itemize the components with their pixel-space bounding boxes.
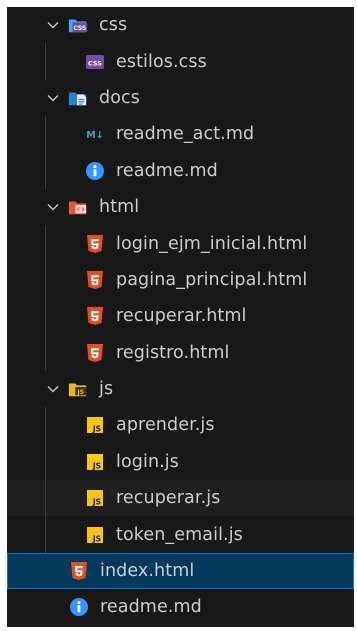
indent-guide <box>45 298 46 335</box>
css-folder-icon: CSS <box>68 15 88 35</box>
file-label: login_ejm_inicial.html <box>116 233 308 254</box>
file-label: recuperar.html <box>116 306 247 327</box>
info-icon <box>69 597 89 617</box>
file-label: aprender.js <box>116 415 215 436</box>
indent-guide <box>45 116 46 153</box>
indent-guide <box>45 334 46 371</box>
file-login-ejm-inicial-html[interactable]: login_ejm_inicial.html <box>7 225 354 262</box>
file-label: readme_act.md <box>116 124 255 145</box>
file-label: recuperar.js <box>116 488 221 509</box>
js-file-icon: JS <box>85 525 105 545</box>
js-folder-glyph: JS <box>77 390 84 396</box>
html5-icon <box>85 343 105 363</box>
markdown-icon: M↓ <box>85 124 105 144</box>
file-login-js[interactable]: JS login.js <box>7 443 354 481</box>
js-folder-icon: JS <box>68 379 88 399</box>
js-file-icon: JS <box>85 488 105 508</box>
folder-label: docs <box>99 87 140 108</box>
file-docs-readme-md[interactable]: readme.md <box>7 152 354 189</box>
file-label: index.html <box>100 561 195 582</box>
indent-guide <box>45 225 46 262</box>
file-label: estilos.css <box>116 51 207 72</box>
chevron-down-icon[interactable] <box>46 91 60 105</box>
folder-html[interactable]: html <box>7 189 354 225</box>
html5-icon <box>85 270 105 290</box>
chevron-down-icon[interactable] <box>46 18 60 32</box>
info-icon <box>85 161 105 181</box>
chevron-down-icon[interactable] <box>46 382 60 396</box>
css-file-icon: CSS <box>85 52 105 72</box>
html5-icon <box>85 306 105 326</box>
file-root-readme-md[interactable]: readme.md <box>7 589 354 625</box>
indent-guide <box>45 152 46 189</box>
indent-guide <box>45 516 46 553</box>
docs-folder-icon <box>68 88 88 108</box>
html5-icon <box>85 234 105 254</box>
css-file-glyph: CSS <box>88 59 102 67</box>
file-recuperar-html[interactable]: recuperar.html <box>7 298 354 335</box>
file-index-html[interactable]: index.html <box>7 552 354 590</box>
indent-guide <box>45 261 46 299</box>
js-file-glyph: JS <box>92 534 101 543</box>
file-readme-act-md[interactable]: M↓ readme_act.md <box>7 116 354 153</box>
file-explorer: CSS css CSS estilos.css docs M↓ readme_a… <box>7 7 354 627</box>
folder-label: html <box>99 197 140 218</box>
markdown-glyph: M↓ <box>86 130 103 141</box>
folder-css[interactable]: CSS css <box>7 7 354 43</box>
file-recuperar-js[interactable]: JS recuperar.js <box>7 480 354 517</box>
folder-js[interactable]: JS js <box>7 371 354 407</box>
js-file-glyph: JS <box>92 498 101 507</box>
html-folder-icon <box>68 197 88 217</box>
folder-label: js <box>99 379 114 400</box>
html5-icon <box>69 561 89 581</box>
file-registro-html[interactable]: registro.html <box>7 334 354 371</box>
file-aprender-js[interactable]: JS aprender.js <box>7 407 354 444</box>
indent-guide <box>45 407 46 444</box>
file-label: registro.html <box>116 342 230 363</box>
folder-docs[interactable]: docs <box>7 80 354 116</box>
file-label: login.js <box>116 451 179 472</box>
file-label: pagina_principal.html <box>116 269 308 290</box>
js-file-icon: JS <box>85 452 105 472</box>
file-token-email-js[interactable]: JS token_email.js <box>7 516 354 553</box>
js-file-icon: JS <box>85 415 105 435</box>
js-file-glyph: JS <box>92 425 101 434</box>
file-label: token_email.js <box>116 524 243 545</box>
indent-guide <box>45 443 46 481</box>
indent-guide <box>45 480 46 517</box>
file-label: readme.md <box>116 160 218 181</box>
chevron-down-icon[interactable] <box>46 200 60 214</box>
file-pagina-principal-html[interactable]: pagina_principal.html <box>7 261 354 299</box>
folder-label: css <box>99 15 128 36</box>
file-estilos-css[interactable]: CSS estilos.css <box>7 43 354 80</box>
indent-guide <box>45 43 46 80</box>
file-label: readme.md <box>100 597 202 618</box>
js-file-glyph: JS <box>92 461 101 470</box>
css-folder-glyph: CSS <box>73 26 86 32</box>
